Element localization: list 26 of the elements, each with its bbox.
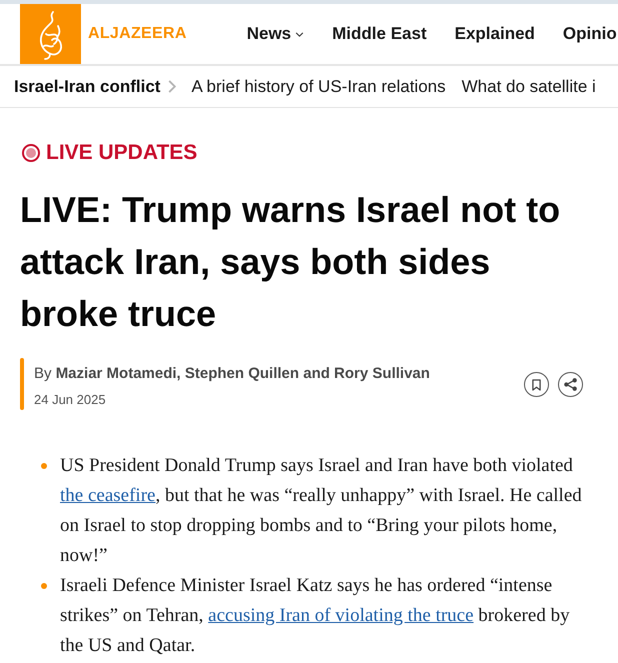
brand-name: ALJAZEERA — [88, 24, 187, 44]
article-link[interactable]: accusing Iran of violating the truce — [208, 605, 474, 626]
nav-link[interactable]: News — [246, 21, 304, 47]
accent-bar — [20, 358, 24, 410]
chevron-down-icon — [295, 32, 304, 36]
share-button[interactable] — [558, 372, 583, 397]
bullet-icon — [41, 583, 47, 589]
summary-text: US President Donald Trump says Israel and Iran have both violated the ceasefire, but that he was “really unhappy” with Israel. He called on Israel to stop dropping bombs and to “Bring your pilots home, now!” — [60, 454, 583, 568]
live-indicator-icon — [22, 144, 40, 162]
bookmark-button[interactable] — [524, 372, 549, 397]
byline: By Maziar Motamedi, Stephen Quillen and Rory Sullivan — [34, 364, 430, 384]
nav-link[interactable]: Explained — [454, 21, 535, 47]
chevron-right-icon — [168, 80, 176, 93]
live-updates-label: LIVE UPDATES — [46, 141, 198, 165]
bookmark-icon — [532, 378, 541, 390]
topic-link[interactable]: A brief history of US-Iran relations — [191, 74, 446, 100]
publish-date: 24 Jun 2025 — [34, 392, 107, 408]
topic-link[interactable]: Israel-Iran conflict — [14, 74, 160, 100]
nav-link[interactable]: Opinio — [562, 21, 617, 47]
topic-link[interactable]: What do satellite i — [462, 74, 596, 100]
summary-text: Israeli Defence Minister Israel Katz says he has ordered “intense strikes” on Tehran, accusing Iran of violating the truce brokered by the US and Qatar. — [60, 574, 571, 658]
share-icon — [564, 378, 577, 391]
article-link[interactable]: the ceasefire — [60, 485, 156, 506]
headline: LIVE: Trump warns Israel not to attack Iran, says both sides broke truce — [20, 188, 562, 336]
nav-link[interactable]: Middle East — [332, 21, 427, 47]
bullet-icon — [41, 463, 47, 469]
